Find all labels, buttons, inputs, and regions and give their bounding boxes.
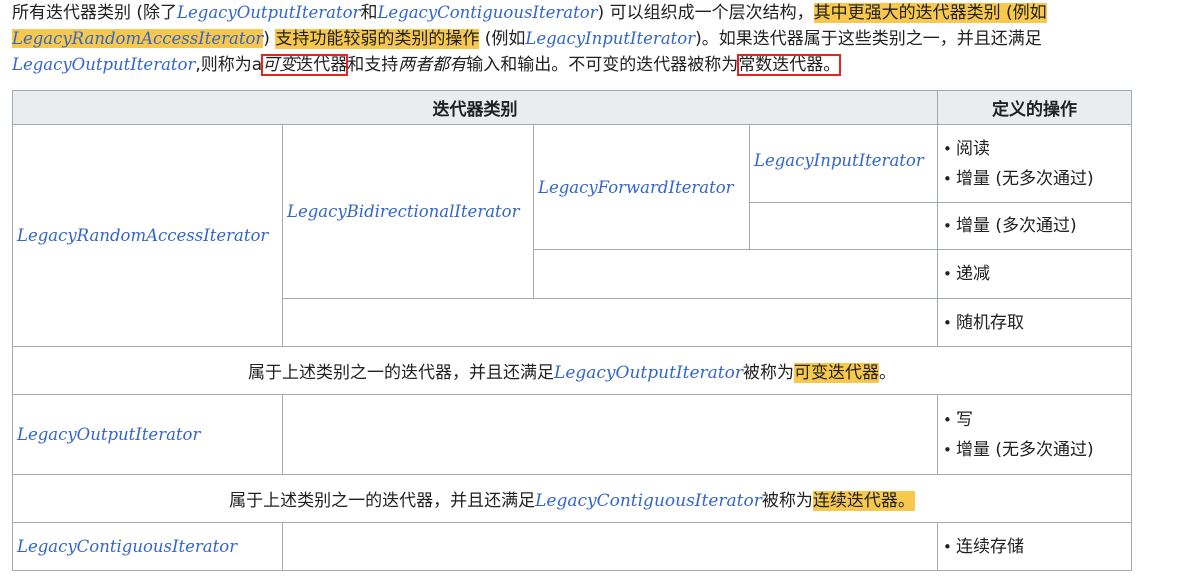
cell-bidirectional: LegacyBidirectionalIterator (282, 124, 534, 299)
intro-text: 和 (360, 3, 378, 23)
cell-contiguous: LegacyContiguousIterator (12, 522, 283, 571)
intro-text: )。如果迭代器属于这些类别之一，并且还满足 (695, 29, 1042, 49)
mutable-iterator-term: 可变迭代器 (261, 54, 349, 76)
ops-input: 阅读 增量 (无多次通过) (937, 124, 1132, 203)
op-contiguous-storage: 连续存储 (943, 532, 1127, 562)
intro-text: ,则称为a (195, 55, 263, 75)
link-output-iterator-2[interactable]: LegacyOutputIterator (12, 55, 195, 74)
ops-contiguous: 连续存储 (937, 522, 1132, 571)
link-forward[interactable]: LegacyForwardIterator (538, 178, 734, 197)
link-output-iterator[interactable]: LegacyOutputIterator (177, 3, 360, 22)
op-random-access: 随机存取 (943, 308, 1127, 338)
highlight-text: 其中更强大的迭代器类别 (例如 (813, 3, 1047, 23)
highlight-text: 支持功能较弱的类别的操作 (275, 29, 480, 49)
op-increment-single: 增量 (无多次通过) (943, 435, 1127, 465)
mutable-iterator-highlight: 可变迭代器 (793, 363, 879, 383)
contiguous-iterator-row: 属于上述类别之一的迭代器，并且还满足LegacyContiguousIterat… (12, 474, 1132, 523)
both-term: 两者都有 (398, 55, 467, 75)
cell-empty (282, 522, 938, 571)
cell-empty (749, 202, 938, 250)
intro-paragraph: 所有迭代器类别 (除了LegacyOutputIterator和LegacyCo… (12, 0, 1162, 78)
op-increment-single: 增量 (无多次通过) (943, 164, 1127, 194)
cell-random-access: LegacyRandomAccessIterator (12, 124, 283, 347)
link-output[interactable]: LegacyOutputIterator (17, 425, 200, 444)
row-text: 被称为 (761, 491, 813, 511)
intro-text: 所有迭代器类别 (除了 (12, 3, 178, 23)
row-text: 被称为 (742, 363, 794, 383)
cell-output: LegacyOutputIterator (12, 394, 283, 475)
intro-text: 和支持 (347, 55, 399, 75)
cell-forward: LegacyForwardIterator (533, 124, 750, 250)
row-text: 属于上述类别之一的迭代器，并且还满足 (229, 491, 536, 511)
row-text: 。 (878, 363, 896, 383)
cell-input: LegacyInputIterator (749, 124, 938, 203)
link-random-access[interactable]: LegacyRandomAccessIterator (17, 226, 268, 245)
link-contiguous[interactable]: LegacyContiguousIterator (17, 537, 237, 556)
link-contiguous-iterator[interactable]: LegacyContiguousIterator (377, 3, 597, 22)
mutable-iterator-row: 属于上述类别之一的迭代器，并且还满足LegacyOutputIterator被称… (12, 346, 1132, 395)
op-decrement: 递减 (943, 259, 1127, 289)
cell-empty (533, 249, 938, 299)
header-categories: 迭代器类别 (12, 90, 938, 125)
op-write: 写 (943, 405, 1127, 435)
link-bidirectional[interactable]: LegacyBidirectionalIterator (287, 202, 520, 221)
intro-text: 输入和输出。不可变的迭代器被称为 (466, 55, 739, 75)
iterator-category-table: 迭代器类别 定义的操作 LegacyRandomAccessIterator L… (12, 90, 1132, 571)
link-output-iterator-row[interactable]: LegacyOutputIterator (554, 363, 743, 383)
intro-text: ) (263, 29, 276, 49)
op-read: 阅读 (943, 134, 1127, 164)
ops-output: 写 增量 (无多次通过) (937, 394, 1132, 475)
ops-forward: 增量 (多次通过) (937, 202, 1132, 250)
cell-empty (282, 298, 938, 347)
link-contiguous-iterator-row[interactable]: LegacyContiguousIterator (535, 491, 762, 511)
row-text: 属于上述类别之一的迭代器，并且还满足 (248, 363, 555, 383)
constant-iterator-term: 常数迭代器。 (737, 54, 842, 76)
ops-random-access: 随机存取 (937, 298, 1132, 347)
cell-empty (282, 394, 938, 475)
header-operations: 定义的操作 (937, 90, 1132, 125)
op-increment-multi: 增量 (多次通过) (943, 211, 1127, 241)
intro-text: ) 可以组织成一个层次结构， (597, 3, 814, 23)
ops-bidirectional: 递减 (937, 249, 1132, 299)
contiguous-iterator-highlight: 连续迭代器。 (812, 491, 915, 511)
link-input[interactable]: LegacyInputIterator (754, 151, 924, 170)
link-input-iterator[interactable]: LegacyInputIterator (525, 29, 695, 48)
link-random-access-iterator[interactable]: LegacyRandomAccessIterator (12, 29, 264, 48)
intro-text: (例如 (479, 29, 526, 49)
